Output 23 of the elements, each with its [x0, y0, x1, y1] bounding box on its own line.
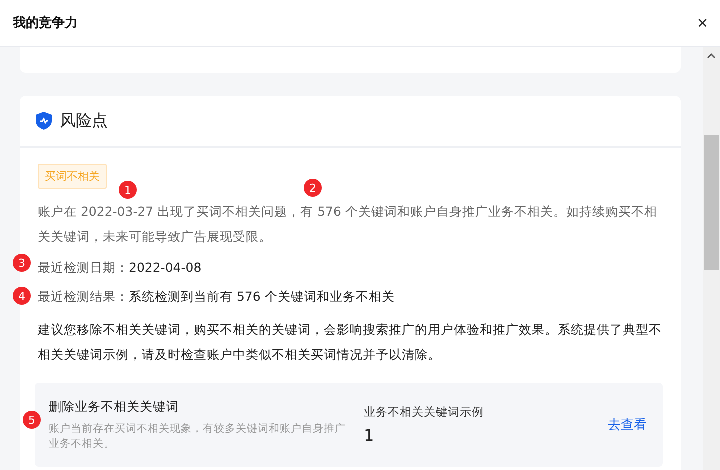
annotation-marker: 3	[13, 254, 31, 272]
metric-value: 1	[364, 426, 376, 445]
fact-label: 最近检测日期：	[38, 260, 129, 275]
action-description: 账户当前存在买词不相关现象，有较多关键词和账户自身推广业务不相关。	[49, 422, 347, 452]
view-link[interactable]: 去查看	[608, 416, 647, 434]
action-title: 删除业务不相关关键词	[49, 398, 180, 416]
annotation-marker: 5	[23, 411, 41, 429]
scrollbar[interactable]	[703, 47, 720, 470]
card-title: 风险点	[60, 110, 108, 132]
shield-icon	[36, 112, 52, 130]
fact-value: 2022-04-08	[129, 260, 202, 275]
scrollbar-thumb[interactable]	[704, 135, 719, 270]
advice-text: 建议您移除不相关关键词，购买不相关的关键词，会影响搜索推广的用户体验和推广效果。系统提供了典型不相关关键词示例，请及时检查账户中类似不相关买词情况并予以清除。	[38, 321, 663, 364]
close-button[interactable]: ×	[693, 12, 712, 34]
window-title: 我的竞争力	[13, 14, 78, 32]
fact-value: 系统检测到当前有 576 个关键词和业务不相关	[129, 289, 395, 304]
issue-tag: 买词不相关	[38, 164, 107, 189]
annotation-marker: 1	[119, 181, 137, 199]
metric-label: 业务不相关关键词示例	[364, 405, 485, 420]
annotation-marker: 4	[13, 287, 31, 305]
annotation-marker: 2	[304, 179, 322, 197]
fact-label: 最近检测结果：	[38, 289, 129, 304]
description-text: 账户在 2022-03-27 出现了买词不相关问题，有 576 个关键词和账户自身推广业务不相关。如持续购买不相关关键词，未来可能导致广告展现受限。	[38, 203, 658, 246]
